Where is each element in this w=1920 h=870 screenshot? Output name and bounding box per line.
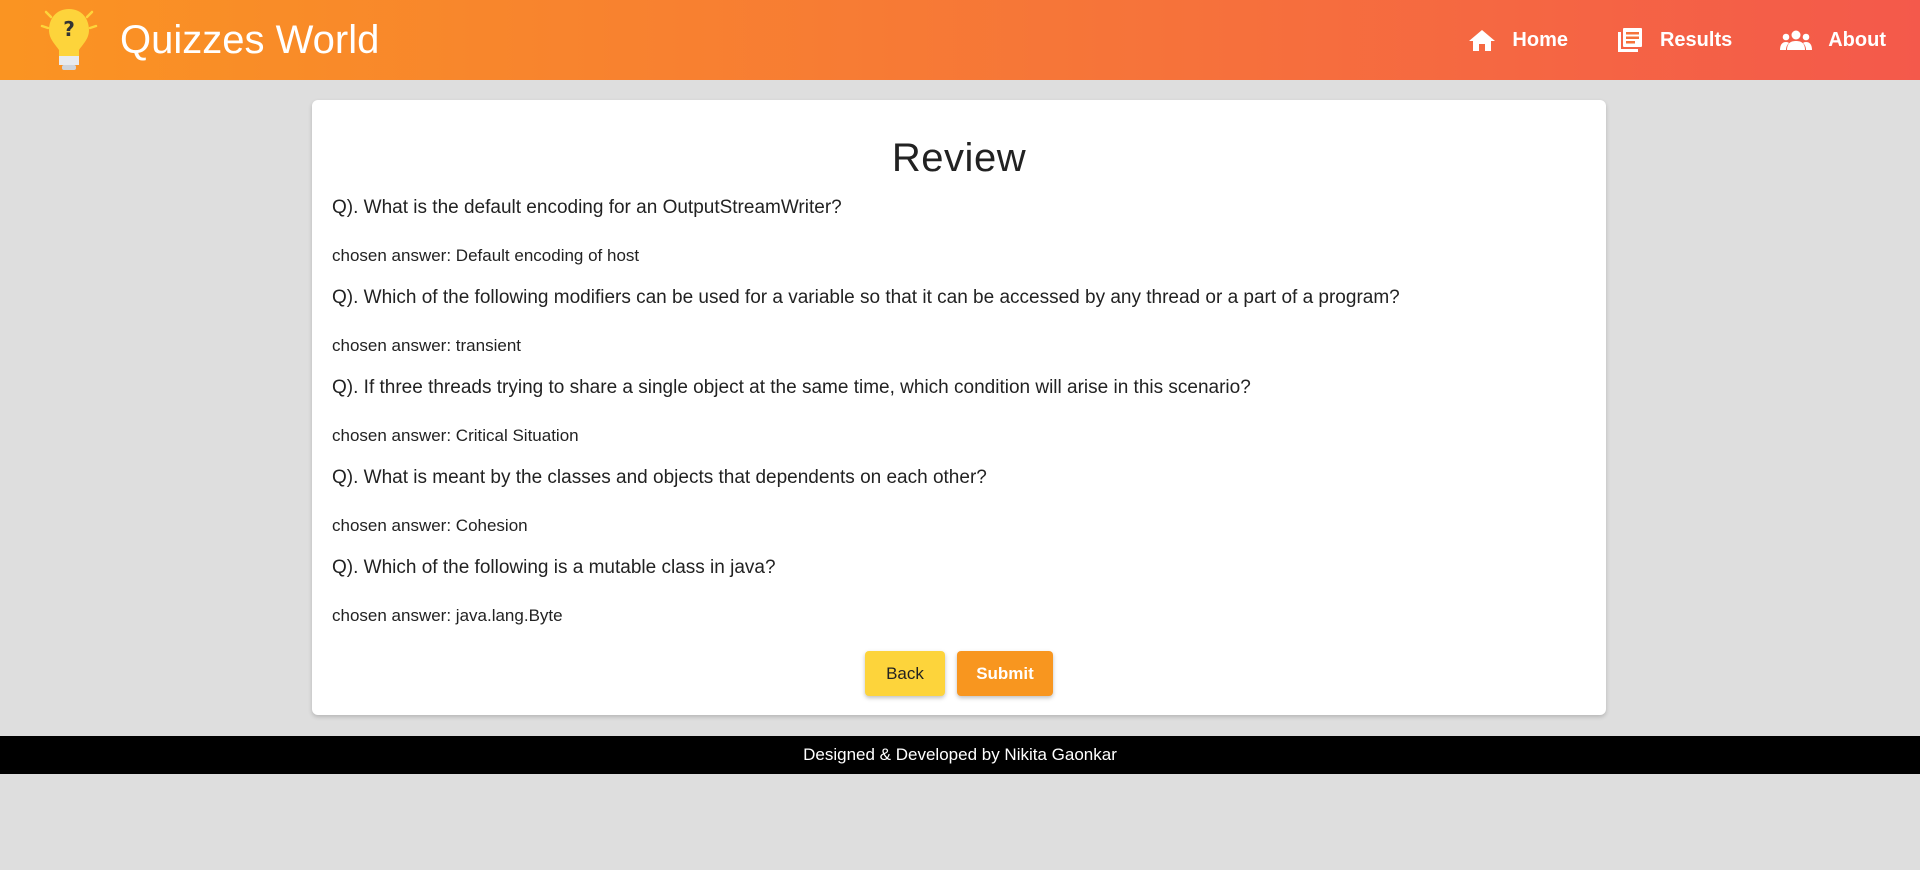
results-icon [1617, 28, 1642, 52]
main-nav: Home Results About [1420, 26, 1886, 54]
svg-text:?: ? [63, 17, 75, 41]
navbar: ? Quizzes World Home Results About [0, 0, 1920, 80]
review-item: Q). What is the default encoding for an … [332, 197, 1586, 287]
footer-credit: Designed & Developed by Nikita Gaonkar [803, 745, 1117, 764]
question-text: Q). If three threads trying to share a s… [332, 377, 1251, 398]
review-item: Q). Which of the following modifiers can… [332, 287, 1586, 377]
back-button[interactable]: Back [865, 651, 945, 696]
review-item: Q). What is meant by the classes and obj… [332, 467, 1586, 557]
nav-home[interactable]: Home [1468, 28, 1568, 52]
nav-about-label: About [1828, 28, 1886, 51]
question-text: Q). Which of the following is a mutable … [332, 557, 776, 578]
question-text: Q). What is meant by the classes and obj… [332, 467, 987, 488]
submit-button[interactable]: Submit [957, 651, 1053, 696]
home-icon [1469, 30, 1496, 51]
page-title: Review [891, 136, 1027, 180]
chosen-answer: chosen answer: Critical Situation [332, 426, 579, 445]
people-icon [1780, 30, 1813, 50]
lightbulb-icon: ? [40, 9, 98, 70]
brand[interactable]: ? Quizzes World [38, 6, 379, 74]
app-title: Quizzes World [120, 17, 380, 62]
chosen-answer: chosen answer: transient [332, 336, 521, 355]
review-item: Q). Which of the following is a mutable … [332, 557, 1586, 647]
chosen-answer: chosen answer: java.lang.Byte [332, 606, 563, 625]
question-text: Q). Which of the following modifiers can… [332, 287, 1400, 308]
nav-results-label: Results [1659, 28, 1733, 51]
review-item: Q). If three threads trying to share a s… [332, 377, 1586, 467]
chosen-answer: chosen answer: Cohesion [332, 516, 528, 535]
nav-about[interactable]: About [1780, 29, 1886, 52]
question-text: Q). What is the default encoding for an … [332, 197, 842, 218]
action-buttons: Back Submit [332, 651, 1586, 696]
footer: Designed & Developed by Nikita Gaonkar [0, 736, 1920, 774]
chosen-answer: chosen answer: Default encoding of host [332, 246, 640, 265]
nav-home-label: Home [1512, 28, 1568, 51]
review-card: Review Q). What is the default encoding … [312, 100, 1606, 715]
nav-results[interactable]: Results [1616, 26, 1732, 54]
